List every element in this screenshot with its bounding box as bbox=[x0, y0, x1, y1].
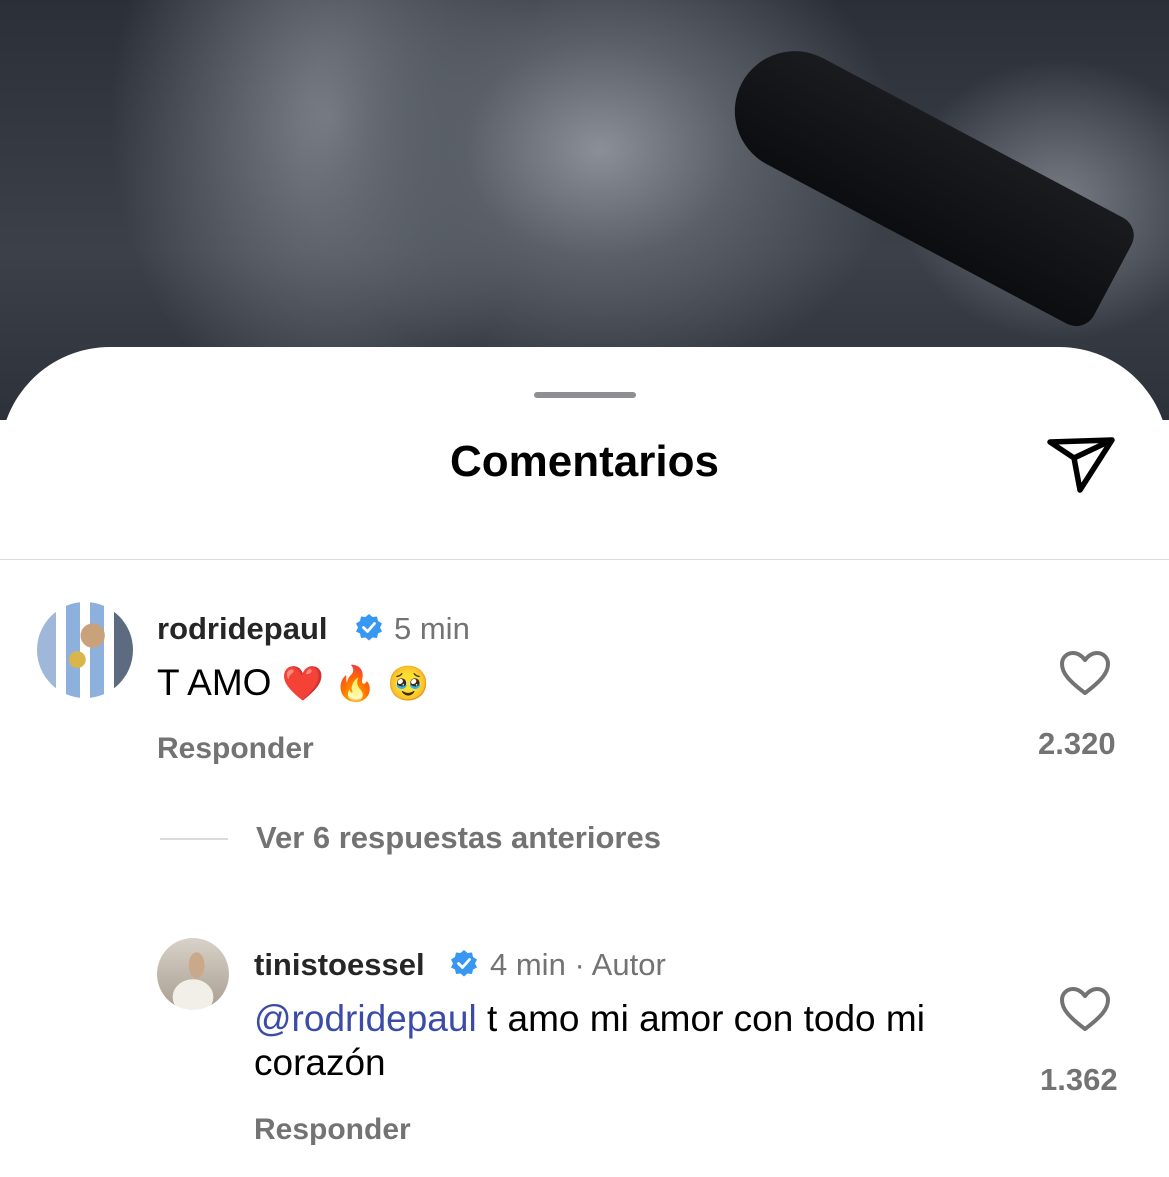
meta-separator: · bbox=[574, 947, 585, 982]
comment-username[interactable]: rodridepaul bbox=[157, 611, 328, 647]
heart-outline-icon[interactable] bbox=[1059, 986, 1111, 1032]
comment-text: T AMO ❤️ 🔥 🥹 bbox=[157, 661, 429, 706]
reply-username[interactable]: tinistoessel bbox=[254, 947, 425, 983]
like-count: 1.362 bbox=[1040, 1062, 1118, 1097]
view-previous-replies-button[interactable]: Ver 6 respuestas anteriores bbox=[256, 820, 661, 856]
pleading-face-emoji: 🥹 bbox=[386, 664, 430, 704]
avatar[interactable] bbox=[157, 938, 229, 1010]
reply-text: @rodridepaul t amo mi amor con todo mi c… bbox=[254, 997, 1014, 1085]
heart-outline-icon[interactable] bbox=[1059, 650, 1111, 696]
microphone-shape bbox=[713, 30, 1141, 334]
header-divider bbox=[0, 559, 1169, 560]
mention-link[interactable]: @rodridepaul bbox=[254, 998, 477, 1039]
avatar[interactable] bbox=[37, 602, 133, 698]
like-count: 2.320 bbox=[1038, 726, 1116, 761]
paper-plane-icon[interactable] bbox=[1044, 430, 1118, 498]
verified-badge-icon bbox=[356, 614, 382, 641]
fire-emoji: 🔥 bbox=[334, 664, 377, 704]
comment-timestamp: 5 min bbox=[394, 611, 470, 646]
reply-button[interactable]: Responder bbox=[157, 732, 314, 766]
reply-text-line2: corazón bbox=[254, 1042, 386, 1083]
author-label: Autor bbox=[591, 947, 666, 982]
verified-badge-icon bbox=[451, 950, 477, 977]
red-heart-emoji: ❤️ bbox=[281, 664, 325, 704]
reply-meta: 4 min · Autor bbox=[490, 947, 666, 983]
reply-timestamp: 4 min bbox=[490, 947, 566, 982]
sheet-title: Comentarios bbox=[450, 437, 719, 486]
reply-text-line1: t amo mi amor con todo mi bbox=[476, 998, 925, 1039]
sheet-grabber-handle[interactable] bbox=[534, 392, 636, 398]
comment-text-body: T AMO bbox=[157, 662, 272, 703]
reply-button[interactable]: Responder bbox=[254, 1113, 411, 1147]
thread-line bbox=[160, 838, 228, 840]
